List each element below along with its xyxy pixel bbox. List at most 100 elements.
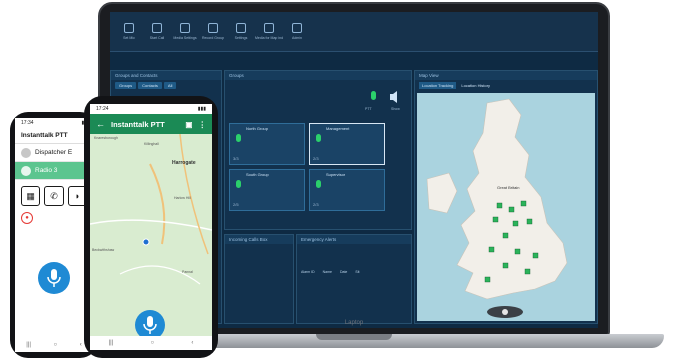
call-icon[interactable]: ✆	[44, 186, 64, 206]
group-tile[interactable]: Supervisor 2/3	[309, 169, 385, 211]
back-icon[interactable]: ‹	[191, 340, 193, 346]
tool-record-group[interactable]: Record Group	[200, 12, 226, 51]
tab-groups[interactable]: Groups	[115, 82, 137, 89]
uk-map[interactable]: Great Britain	[417, 93, 595, 321]
tab-all[interactable]: All	[163, 82, 177, 89]
map-panel-title: Map View	[415, 71, 597, 80]
tool-set-mic[interactable]: Set Mic	[116, 12, 142, 51]
mic-icon	[47, 269, 61, 287]
group-count: 2/5	[233, 202, 239, 207]
group-tile[interactable]: Management 2/3	[309, 123, 385, 165]
col-date: Date	[339, 270, 348, 274]
tool-start-call[interactable]: Start Call	[144, 12, 170, 51]
mic-icon	[236, 134, 241, 142]
unit-marker	[520, 200, 527, 207]
iphone: 17:24 ▮▮▮ ← Instanttalk PTT ▣ ⋮ Harrogat	[84, 96, 218, 358]
gear-icon	[236, 23, 246, 33]
show-label: Show	[391, 107, 400, 111]
tool-media-settings[interactable]: Media Settings	[172, 12, 198, 51]
unit-marker	[488, 246, 495, 253]
status-time: 17:34	[21, 120, 34, 126]
android-nav-bar: ||| ○ ‹	[90, 336, 212, 350]
col-sit: Sit	[355, 270, 360, 274]
col-name: Name	[322, 270, 332, 274]
avatar	[21, 147, 31, 158]
unit-marker	[502, 262, 509, 269]
emergency-icon[interactable]: ●	[21, 212, 33, 224]
mic-icon	[143, 316, 157, 334]
mic-icon	[316, 180, 321, 188]
tab-location-history[interactable]: Location History	[458, 82, 493, 89]
recent-apps-icon[interactable]: |||	[109, 340, 114, 346]
tab-contacts[interactable]: Contacts	[138, 82, 162, 89]
contact-row[interactable]: Dispatcher E	[15, 144, 93, 162]
back-arrow-icon[interactable]: ←	[96, 119, 105, 129]
group-name: North Group	[246, 126, 269, 131]
tool-settings[interactable]: Settings	[228, 12, 254, 51]
group-name: South Group	[246, 172, 269, 177]
map-panel: Map View Location Tracking Location Hist…	[414, 70, 598, 324]
unit-marker	[514, 248, 521, 255]
map-icon[interactable]: ▦	[21, 186, 41, 206]
ptt-label: PTT	[365, 107, 372, 111]
action-buttons: ▦ ✆ ◗	[15, 180, 93, 212]
group-name: Management	[326, 126, 350, 131]
home-icon[interactable]: ○	[54, 342, 58, 348]
unit-marker	[532, 252, 539, 259]
ptt-button[interactable]	[38, 262, 70, 294]
group-count: 2/3	[313, 156, 319, 161]
place-label: Beckwithshaw	[92, 248, 115, 252]
tool-media-map[interactable]: Media for Map ind	[255, 12, 283, 51]
unit-marker	[524, 268, 531, 275]
radio-icon	[21, 165, 31, 176]
emergency-alerts-panel: Emergency Alerts Alarm ID Name Date Sit	[296, 234, 412, 324]
tab-location-tracking[interactable]: Location Tracking	[419, 82, 457, 89]
contacts-tabs: Groups Contacts All	[111, 80, 221, 91]
alerts-panel-title: Emergency Alerts	[297, 235, 411, 244]
app-bar: ← Instanttalk PTT ▣ ⋮	[90, 114, 212, 134]
incoming-calls-panel: Incoming Calls Box	[224, 234, 294, 324]
unit-marker	[502, 232, 509, 239]
phone-b-screen: 17:24 ▮▮▮ ← Instanttalk PTT ▣ ⋮ Harrogat	[90, 104, 212, 350]
group-count: 2/3	[313, 202, 319, 207]
place-label: Pannal	[182, 270, 193, 274]
recent-apps-icon[interactable]: |||	[26, 342, 31, 348]
unit-marker	[508, 206, 515, 213]
contact-name: Radio 3	[35, 167, 58, 174]
status-time: 17:24	[96, 106, 109, 112]
calls-panel-title: Incoming Calls Box	[225, 235, 293, 244]
contact-row-selected[interactable]: Radio 3	[15, 162, 93, 180]
app-title: Instanttalk PTT	[111, 119, 165, 129]
more-icon[interactable]: ⋮	[199, 120, 207, 129]
speaker-icon	[390, 91, 397, 103]
location-map[interactable]: Harrogate Knaresborough Killinghall Beck…	[90, 134, 212, 336]
groups-panel-title: Groups	[225, 71, 411, 80]
layers-icon[interactable]: ▣	[185, 120, 192, 129]
map-playback-control[interactable]	[485, 305, 525, 319]
home-icon[interactable]: ○	[151, 340, 155, 346]
mic-icon	[316, 134, 321, 142]
ptt-mic-icon	[371, 91, 376, 100]
info-icon	[292, 23, 302, 33]
app-title: Instanttalk PTT	[15, 128, 93, 144]
status-bar: 17:24 ▮▮▮	[90, 104, 212, 114]
group-tile[interactable]: South Group 2/5	[229, 169, 305, 211]
marketing-composite: Set Mic Start Call Media Settings Record…	[0, 0, 678, 363]
contacts-panel-title: Groups and Contacts	[111, 71, 221, 80]
android-nav-bar: ||| ○ ‹	[15, 338, 93, 352]
tool-admin[interactable]: Admin	[284, 12, 310, 51]
laptop-notch	[316, 334, 392, 340]
group-tile[interactable]: North Group 3/3	[229, 123, 305, 165]
mic-icon	[124, 23, 134, 33]
dispatcher-toolbar: Set Mic Start Call Media Settings Record…	[110, 12, 598, 52]
back-icon[interactable]: ‹	[80, 342, 82, 348]
unit-marker	[492, 216, 499, 223]
status-bar: 17:34 ▮▮	[15, 118, 93, 128]
phone-icon	[152, 23, 162, 33]
ptt-button[interactable]	[135, 310, 165, 336]
group-count: 3/3	[233, 156, 239, 161]
place-label: Killinghall	[144, 142, 159, 146]
phone-a-screen: 17:34 ▮▮ Instanttalk PTT Dispatcher E Ra…	[15, 118, 93, 352]
col-alarm-id: Alarm ID	[301, 270, 315, 274]
media-icon	[180, 23, 190, 33]
